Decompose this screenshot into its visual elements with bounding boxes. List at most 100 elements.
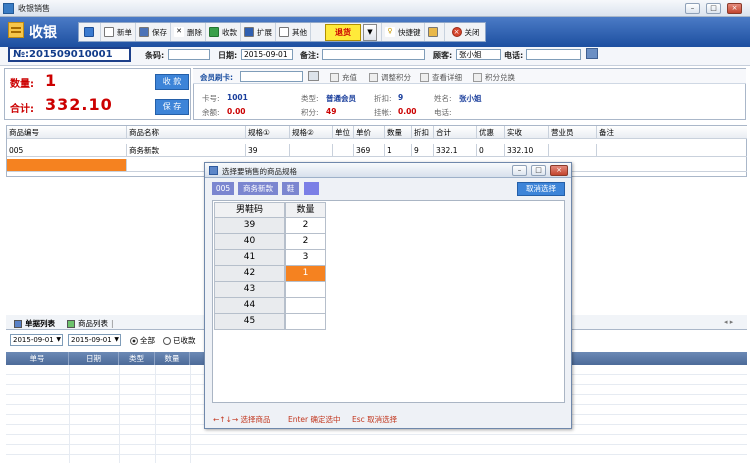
- tab-product-list-label: 商品列表: [78, 319, 108, 328]
- tab-order-list-label: 单据列表: [25, 319, 55, 328]
- col-header: 营业员: [549, 126, 597, 139]
- size-row[interactable]: 40 2: [214, 234, 326, 250]
- dialog-minimize-button[interactable]: –: [512, 165, 527, 176]
- qty-cell[interactable]: 3: [285, 250, 326, 266]
- barcode-input[interactable]: [168, 49, 210, 60]
- qty-cell-selected[interactable]: 1: [285, 266, 326, 282]
- col-header: 日期: [69, 352, 119, 365]
- chevron-down-icon[interactable]: ▼: [363, 23, 377, 41]
- date-from-select[interactable]: 2015-09-01 ▼: [10, 334, 63, 346]
- grid-cell[interactable]: 9: [412, 144, 434, 157]
- date-to-select[interactable]: 2015-09-01 ▼: [68, 334, 121, 346]
- date-label: 日期:: [218, 51, 238, 60]
- dialog-maximize-button[interactable]: □: [531, 165, 546, 176]
- qty-cell[interactable]: [285, 314, 326, 330]
- adjust-points-button[interactable]: 调整积分: [369, 72, 411, 83]
- close-button[interactable]: × 关闭: [449, 23, 483, 41]
- size-row[interactable]: 39 2: [214, 218, 326, 234]
- card-no-value: 1001: [227, 93, 248, 102]
- qty-cell[interactable]: [285, 282, 326, 298]
- toolbar: 新单 保存 ✕ 删除 收款 扩展 其他 退货 ▼ ♀ 快捷键 × 关闭: [78, 22, 486, 42]
- cancel-selection-button[interactable]: 取消选择: [517, 182, 565, 196]
- grid-cell[interactable]: [549, 144, 597, 157]
- window-close-button[interactable]: ×: [727, 3, 742, 14]
- view-details-label: 查看详细: [432, 73, 462, 82]
- col-header: 实收: [505, 126, 549, 139]
- recharge-button[interactable]: 充值: [330, 72, 357, 83]
- details-icon: [420, 73, 429, 82]
- size-row[interactable]: 45: [214, 314, 326, 330]
- grid-cell[interactable]: 39: [246, 144, 290, 157]
- extend-button[interactable]: 扩展: [241, 23, 276, 41]
- col-header: 规格①: [246, 126, 290, 139]
- new-row-cell[interactable]: [7, 159, 127, 172]
- product-name-chip: 商务新款: [238, 182, 278, 195]
- hint-esc: Esc 取消选择: [352, 415, 398, 424]
- dialog-close-button[interactable]: ×: [550, 165, 568, 176]
- collect-payment-button[interactable]: 收 款: [155, 74, 189, 90]
- col-header: 优惠: [477, 126, 505, 139]
- grid-cell[interactable]: 1: [385, 144, 412, 157]
- size-row[interactable]: 42 1: [214, 266, 326, 282]
- barcode-label: 条码:: [145, 51, 165, 60]
- member-phone-label: 电话:: [434, 108, 452, 117]
- grid-cell[interactable]: 商务新款: [127, 144, 246, 157]
- new-order-button[interactable]: 新单: [101, 23, 136, 41]
- book-button[interactable]: [81, 23, 101, 41]
- note-input[interactable]: [322, 49, 425, 60]
- bulb-icon: ♀: [385, 27, 395, 37]
- maximize-button[interactable]: □: [706, 3, 721, 14]
- new-doc-icon: [104, 27, 114, 37]
- qty-cell[interactable]: [285, 298, 326, 314]
- grid-cell[interactable]: 369: [354, 144, 385, 157]
- col-header: 单位: [333, 126, 354, 139]
- grid-cell[interactable]: [597, 144, 747, 157]
- x-icon: ✕: [174, 27, 184, 37]
- col-header: 规格②: [290, 126, 333, 139]
- radio-paid[interactable]: 已收款: [163, 335, 196, 346]
- return-button[interactable]: 退货: [325, 23, 361, 41]
- date-input[interactable]: 2015-09-01: [241, 49, 293, 60]
- qty-cell[interactable]: 2: [285, 218, 326, 234]
- grid-cell[interactable]: 332.10: [505, 144, 549, 157]
- grid-cell[interactable]: [333, 144, 354, 157]
- qty-cell[interactable]: 2: [285, 234, 326, 250]
- save-order-button[interactable]: 保 存: [155, 99, 189, 115]
- qty-label: 数量:: [10, 79, 34, 90]
- col-header: 合计: [434, 126, 477, 139]
- phone-input[interactable]: [526, 49, 581, 60]
- card-reader-icon[interactable]: [308, 71, 319, 81]
- tab-order-list[interactable]: 单据列表: [14, 318, 55, 329]
- radio-checked-icon: [130, 336, 138, 345]
- member-card-input[interactable]: [240, 71, 303, 82]
- size-row[interactable]: 41 3: [214, 250, 326, 266]
- delete-button[interactable]: ✕ 删除: [171, 23, 206, 41]
- grid-cell[interactable]: 332.1: [434, 144, 477, 157]
- customer-label: 顾客:: [433, 51, 453, 60]
- size-row[interactable]: 43: [214, 282, 326, 298]
- date-to-value: 2015-09-01: [71, 336, 112, 344]
- shortcut-button[interactable]: ♀ 快捷键: [381, 23, 425, 41]
- radio-all[interactable]: 全部: [130, 335, 155, 346]
- total-label: 合计:: [10, 104, 34, 115]
- grid-cell[interactable]: 005: [7, 144, 127, 157]
- view-details-button[interactable]: 查看详细: [420, 72, 462, 83]
- col-header: 备注: [597, 126, 747, 139]
- total-value: 332.10: [45, 95, 113, 114]
- size-row[interactable]: 44: [214, 298, 326, 314]
- save-button[interactable]: 保存: [136, 23, 171, 41]
- customer-lookup-icon[interactable]: [586, 48, 598, 59]
- grid-cell[interactable]: 0: [477, 144, 505, 157]
- tab-product-list[interactable]: 商品列表 |: [67, 318, 114, 329]
- col-header: 商品名称: [127, 126, 246, 139]
- customer-input[interactable]: 张小姐: [456, 49, 501, 60]
- collect-button[interactable]: 收款: [206, 23, 241, 41]
- redeem-points-button[interactable]: 积分兑换: [473, 72, 515, 83]
- grid-cell[interactable]: [290, 144, 333, 157]
- member-name-label: 姓名:: [434, 94, 452, 103]
- help-button[interactable]: [425, 23, 445, 41]
- radio-paid-label: 已收款: [173, 336, 196, 345]
- minimize-button[interactable]: –: [685, 3, 700, 14]
- other-button[interactable]: 其他: [276, 23, 311, 41]
- tab-scroll-arrows[interactable]: ◂ ▸: [724, 318, 733, 326]
